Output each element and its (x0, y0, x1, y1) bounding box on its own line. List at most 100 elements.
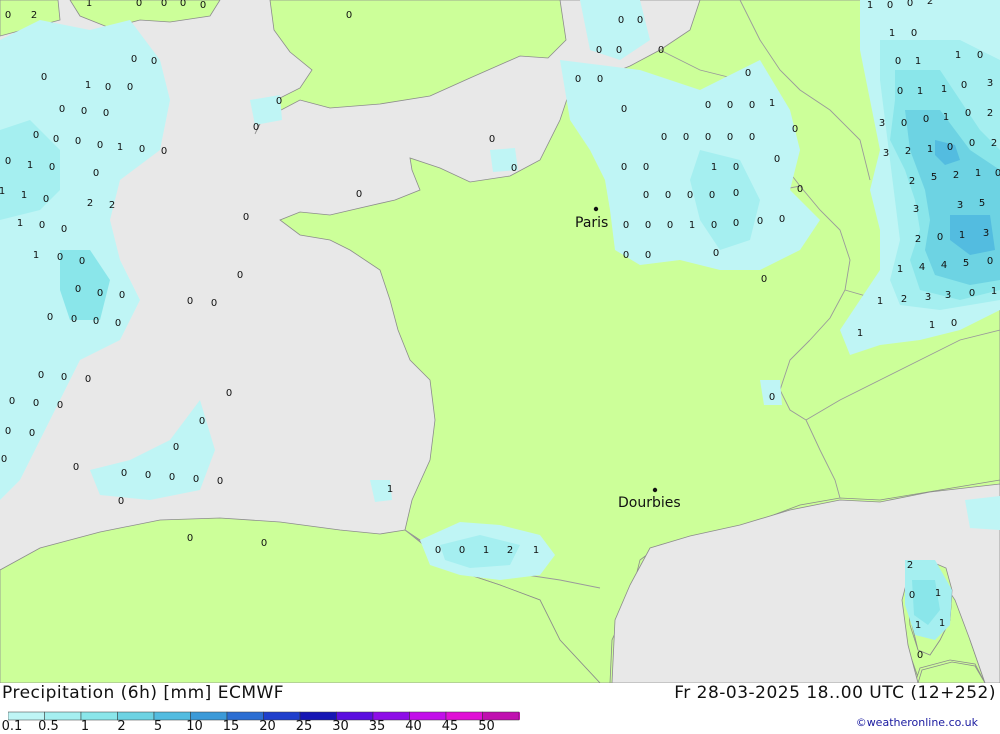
precip-value-label: 0 (749, 132, 755, 143)
precip-value-label: 1 (955, 50, 961, 61)
precip-value-label: 0 (5, 426, 11, 437)
precip-value-label: 1 (915, 620, 921, 631)
precip-value-label: 0 (489, 134, 495, 145)
precip-value-label: 0 (665, 190, 671, 201)
precip-value-label: 0 (173, 442, 179, 453)
precip-value-label: 1 (939, 618, 945, 629)
precip-value-label: 0 (995, 168, 1000, 179)
precip-value-label: 2 (927, 0, 933, 7)
precip-value-label: 3 (987, 78, 993, 89)
credit-link[interactable]: ©weatheronline.co.uk (856, 716, 978, 729)
precip-value-label: 0 (57, 400, 63, 411)
precipitation-map: 0 2 1 0 0 0 0 0 0 0 0 1 0 0 0 0 0 0 0 0 0 1 0 0 0 1 0 0 1 1 0 2 2 1 0 0 1 0 0 0… (0, 0, 1000, 683)
legend-tick-label: 25 (295, 719, 313, 734)
precip-value-label: 1 (935, 588, 941, 599)
legend-tick-label: 10 (186, 719, 203, 734)
precip-value-label: 0 (193, 474, 199, 485)
legend-tick-label: 50 (478, 719, 495, 734)
precip-value-label: 1 (21, 190, 27, 201)
precip-value-label: 0 (103, 108, 109, 119)
legend-tick-label: 45 (441, 719, 459, 734)
precip-value-label: 0 (597, 74, 603, 85)
precip-value-label: 0 (705, 100, 711, 111)
precip-value-label: 0 (237, 270, 243, 281)
precip-value-label: 0 (923, 114, 929, 125)
city-dot-paris (593, 206, 599, 212)
precip-value-label: 0 (5, 156, 11, 167)
precip-value-label: 0 (75, 284, 81, 295)
precip-value-label: 1 (929, 320, 935, 331)
precip-value-label: 1 (877, 296, 883, 307)
precip-value-label: 0 (1, 454, 7, 465)
precip-value-label: 0 (97, 288, 103, 299)
precipitation-legend: 0.1 0.5 1 2 5 10 15 20 25 30 35 40 45 50 (2, 707, 529, 734)
precip-value-label: 0 (727, 100, 733, 111)
precip-value-label: 5 (979, 198, 985, 209)
precip-value-label: 0 (97, 140, 103, 151)
precip-value-label: 2 (909, 176, 915, 187)
precip-value-label: 0 (33, 130, 39, 141)
precip-value-label: 0 (73, 462, 79, 473)
precip-value-label: 1 (33, 250, 39, 261)
precip-value-label: 3 (883, 148, 889, 159)
precip-value-label: 0 (200, 0, 206, 11)
precip-value-label: 0 (161, 146, 167, 157)
precip-value-label: 0 (713, 248, 719, 259)
precip-value-label: 0 (961, 80, 967, 91)
precip-value-label: 0 (187, 533, 193, 544)
city-label-paris: Paris (575, 215, 608, 231)
precip-small-2 (965, 496, 1000, 530)
precip-value-label: 1 (897, 264, 903, 275)
forecast-timestamp: Fr 28-03-2025 18..00 UTC (12+252) (674, 683, 996, 703)
precip-value-label: 0 (667, 220, 673, 231)
precip-value-label: 0 (951, 318, 957, 329)
precip-value-label: 0 (901, 118, 907, 129)
precip-value-label: 1 (975, 168, 981, 179)
legend-tick-label: 40 (405, 719, 422, 734)
precip-value-label: 0 (169, 472, 175, 483)
precip-value-label: 5 (963, 258, 969, 269)
city-label-dourbies: Dourbies (618, 495, 681, 511)
precip-value-label: 0 (937, 232, 943, 243)
precip-value-label: 2 (109, 200, 115, 211)
precip-value-label: 0 (226, 388, 232, 399)
precip-value-label: 1 (711, 162, 717, 173)
precip-value-label: 0 (180, 0, 186, 9)
precip-value-label: 0 (459, 545, 465, 556)
map-title: Precipitation (6h) [mm] ECMWF (2, 683, 285, 703)
precip-value-label: 2 (905, 146, 911, 157)
precip-value-label: 0 (761, 274, 767, 285)
precip-value-label: 1 (117, 142, 123, 153)
precip-value-label: 1 (857, 328, 863, 339)
precip-value-label: 0 (575, 74, 581, 85)
legend-tick-label: 0.1 (1, 719, 23, 734)
precip-value-label: 1 (927, 144, 933, 155)
precip-value-label: 0 (61, 372, 67, 383)
legend-arrow (519, 712, 529, 720)
precip-value-label: 0 (969, 138, 975, 149)
legend-tick-label: 30 (332, 719, 349, 734)
precip-value-label: 1 (27, 160, 33, 171)
precip-value-label: 0 (47, 312, 53, 323)
precip-value-label: 0 (645, 250, 651, 261)
precip-value-label: 0 (645, 220, 651, 231)
precip-value-label: 1 (86, 0, 92, 9)
precip-value-label: 1 (867, 0, 873, 11)
precip-value-label: 0 (33, 398, 39, 409)
precip-value-label: 0 (887, 0, 893, 11)
precip-value-label: 2 (901, 294, 907, 305)
precip-value-label: 0 (61, 224, 67, 235)
precip-value-label: 1 (915, 56, 921, 67)
precip-value-label: 2 (907, 560, 913, 571)
precip-value-label: 0 (243, 212, 249, 223)
precip-value-label: 0 (658, 45, 664, 56)
precip-value-label: 2 (87, 198, 93, 209)
precip-value-label: 0 (757, 216, 763, 227)
precip-value-label: 1 (85, 80, 91, 91)
precip-value-label: 3 (983, 228, 989, 239)
precip-value-label: 0 (769, 392, 775, 403)
precip-value-label: 0 (161, 0, 167, 9)
precip-value-label: 1 (769, 98, 775, 109)
precip-value-label: 3 (879, 118, 885, 129)
precip-value-label: 0 (745, 68, 751, 79)
